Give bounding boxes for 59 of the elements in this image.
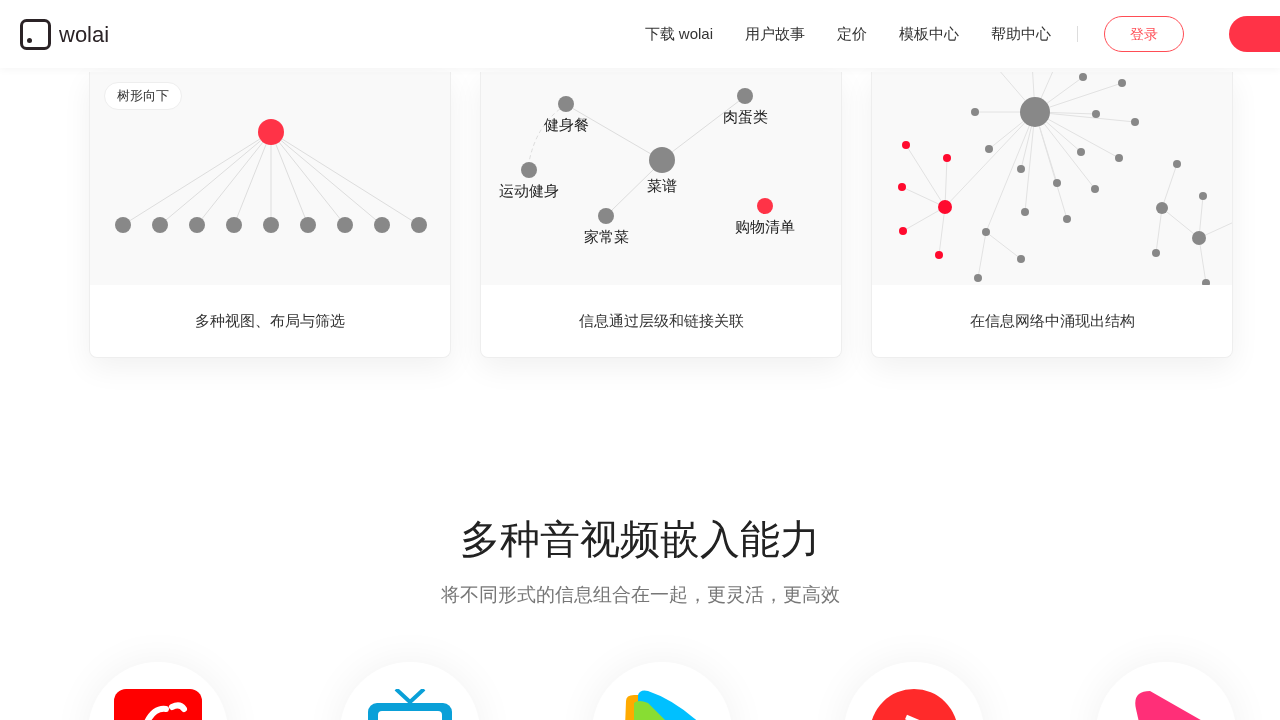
child-node: [300, 217, 316, 233]
child-node: [411, 217, 427, 233]
nav-link[interactable]: 帮助中心: [991, 22, 1051, 46]
graph-node: [1077, 148, 1085, 156]
graph-node: [898, 183, 906, 191]
nav-link[interactable]: 下载 wolai: [644, 22, 713, 46]
graph-node: [935, 251, 943, 259]
child-node: [263, 217, 279, 233]
graph-node: [1020, 97, 1050, 127]
card-caption: 多种视图、布局与筛选: [195, 310, 345, 331]
graph-node: [971, 108, 979, 116]
graph-node: [1152, 249, 1160, 257]
node-label: 家常菜: [583, 228, 629, 245]
child-node: [115, 217, 131, 233]
graph-node: [1202, 279, 1210, 285]
child-node: [152, 217, 168, 233]
graph-node: [1156, 202, 1168, 214]
child-node: [226, 217, 242, 233]
graph-node: [943, 154, 951, 162]
graph-node: [899, 227, 907, 235]
graph-node: [938, 200, 952, 214]
graph-node: [1118, 79, 1126, 87]
graph-node: [1199, 192, 1207, 200]
card-caption: 在信息网络中涌现出结构: [969, 310, 1135, 331]
graph-node: [1173, 160, 1181, 168]
child-node: [337, 217, 353, 233]
card-caption: 信息通过层级和链接关联: [578, 310, 744, 331]
graph-node: [1063, 215, 1071, 223]
node-label: 健身餐: [543, 116, 589, 133]
graph-node: [974, 274, 982, 282]
graph-node: [1092, 110, 1100, 118]
link-line: [671, 100, 740, 153]
child-node: [374, 217, 390, 233]
graph-node: [1021, 208, 1029, 216]
node-label: 菜谱: [647, 177, 677, 194]
nav-link[interactable]: 用户故事: [745, 22, 805, 46]
node-label: 购物清单: [735, 218, 795, 235]
graph-node: [1017, 255, 1025, 263]
graph-node: [1115, 154, 1123, 162]
node-label: 肉蛋类: [722, 108, 768, 125]
nav-link[interactable]: 定价: [837, 22, 867, 46]
layout-badge[interactable]: 树形向下: [104, 82, 182, 110]
graph-node: [1091, 185, 1099, 193]
graph-node: [1079, 73, 1087, 81]
section-subtitle: 将不同形式的信息组合在一起，更灵活，更高效: [440, 583, 840, 607]
graph-node: [902, 141, 910, 149]
logo-icon: [20, 18, 51, 50]
section-title: 多种音视频嵌入能力: [460, 516, 820, 563]
graph-node: [985, 145, 993, 153]
brand-name[interactable]: wolai: [59, 17, 110, 51]
graph-node: [1192, 231, 1206, 245]
root-node: [258, 119, 284, 145]
graph-node: [1017, 165, 1025, 173]
graph-node: [1053, 179, 1061, 187]
graph-node: [1131, 118, 1139, 126]
node-label: 运动健身: [499, 182, 559, 199]
graph-node: [982, 228, 990, 236]
nav-link[interactable]: 模板中心: [899, 22, 959, 46]
child-node: [189, 217, 205, 233]
